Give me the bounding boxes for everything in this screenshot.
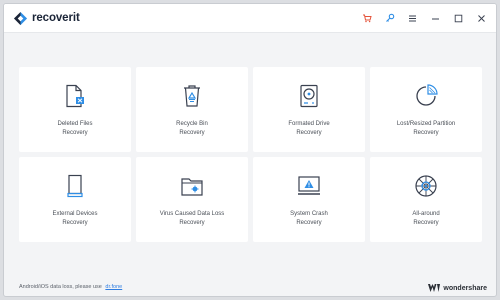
close-icon bbox=[478, 14, 485, 22]
card-external-devices[interactable]: External Devices Recovery bbox=[19, 157, 131, 242]
maximize-icon bbox=[454, 14, 463, 22]
wondershare-logo-icon bbox=[428, 284, 441, 292]
card-label: External Devices Recovery bbox=[52, 211, 98, 226]
menu-icon bbox=[409, 15, 416, 21]
recycle-bin-icon bbox=[180, 84, 204, 108]
card-label: Deleted Files Recovery bbox=[57, 121, 93, 136]
minimize-button[interactable] bbox=[427, 10, 444, 27]
card-deleted-files[interactable]: Deleted Files Recovery bbox=[19, 67, 131, 152]
cart-button[interactable] bbox=[358, 10, 375, 27]
footer-note: Android/iOS data loss, please use dr.fon… bbox=[19, 284, 123, 290]
formatted-drive-icon bbox=[297, 84, 321, 108]
maximize-button[interactable] bbox=[450, 10, 467, 27]
card-recycle-bin[interactable]: Recycle Bin Recovery bbox=[136, 67, 248, 152]
title-bar: recoverit bbox=[4, 4, 496, 32]
app-logo: recoverit bbox=[13, 11, 80, 26]
card-label: Virus Caused Data Loss Recovery bbox=[159, 211, 225, 226]
recoverit-logo-icon bbox=[13, 11, 28, 25]
card-label: Lost/Resized Partition Recovery bbox=[396, 121, 456, 136]
card-system-crash[interactable]: System Crash Recovery bbox=[253, 157, 365, 242]
register-button[interactable] bbox=[381, 10, 398, 27]
drfone-link[interactable]: dr.fone bbox=[105, 284, 122, 290]
app-window: recoverit Deleted Files Recovery Recycle… bbox=[3, 3, 497, 297]
footer: Android/iOS data loss, please use dr.fon… bbox=[4, 278, 496, 296]
card-all-around[interactable]: All-around Recovery bbox=[370, 157, 482, 242]
app-name: recoverit bbox=[32, 12, 80, 24]
key-icon bbox=[385, 13, 394, 22]
all-around-icon bbox=[414, 174, 438, 198]
system-crash-icon bbox=[297, 174, 321, 198]
external-device-icon bbox=[63, 174, 87, 198]
virus-folder-icon bbox=[180, 174, 204, 198]
wondershare-brand: wondershare bbox=[428, 284, 487, 292]
card-label: System Crash Recovery bbox=[290, 211, 328, 226]
recovery-mode-grid: Deleted Files Recovery Recycle Bin Recov… bbox=[19, 67, 483, 242]
minimize-icon bbox=[432, 18, 439, 19]
card-virus-data-loss[interactable]: Virus Caused Data Loss Recovery bbox=[136, 157, 248, 242]
menu-button[interactable] bbox=[404, 10, 421, 27]
partition-icon bbox=[414, 84, 438, 108]
deleted-files-icon bbox=[63, 84, 87, 108]
card-label: Formated Drive Recovery bbox=[288, 121, 330, 136]
title-actions bbox=[352, 4, 490, 32]
cart-icon bbox=[362, 14, 372, 23]
title-divider bbox=[4, 32, 496, 33]
card-lost-partition[interactable]: Lost/Resized Partition Recovery bbox=[370, 67, 482, 152]
card-label: Recycle Bin Recovery bbox=[176, 121, 208, 136]
card-formatted-drive[interactable]: Formated Drive Recovery bbox=[253, 67, 365, 152]
card-label: All-around Recovery bbox=[412, 211, 440, 226]
brand-name: wondershare bbox=[443, 284, 487, 292]
close-button[interactable] bbox=[473, 10, 490, 27]
